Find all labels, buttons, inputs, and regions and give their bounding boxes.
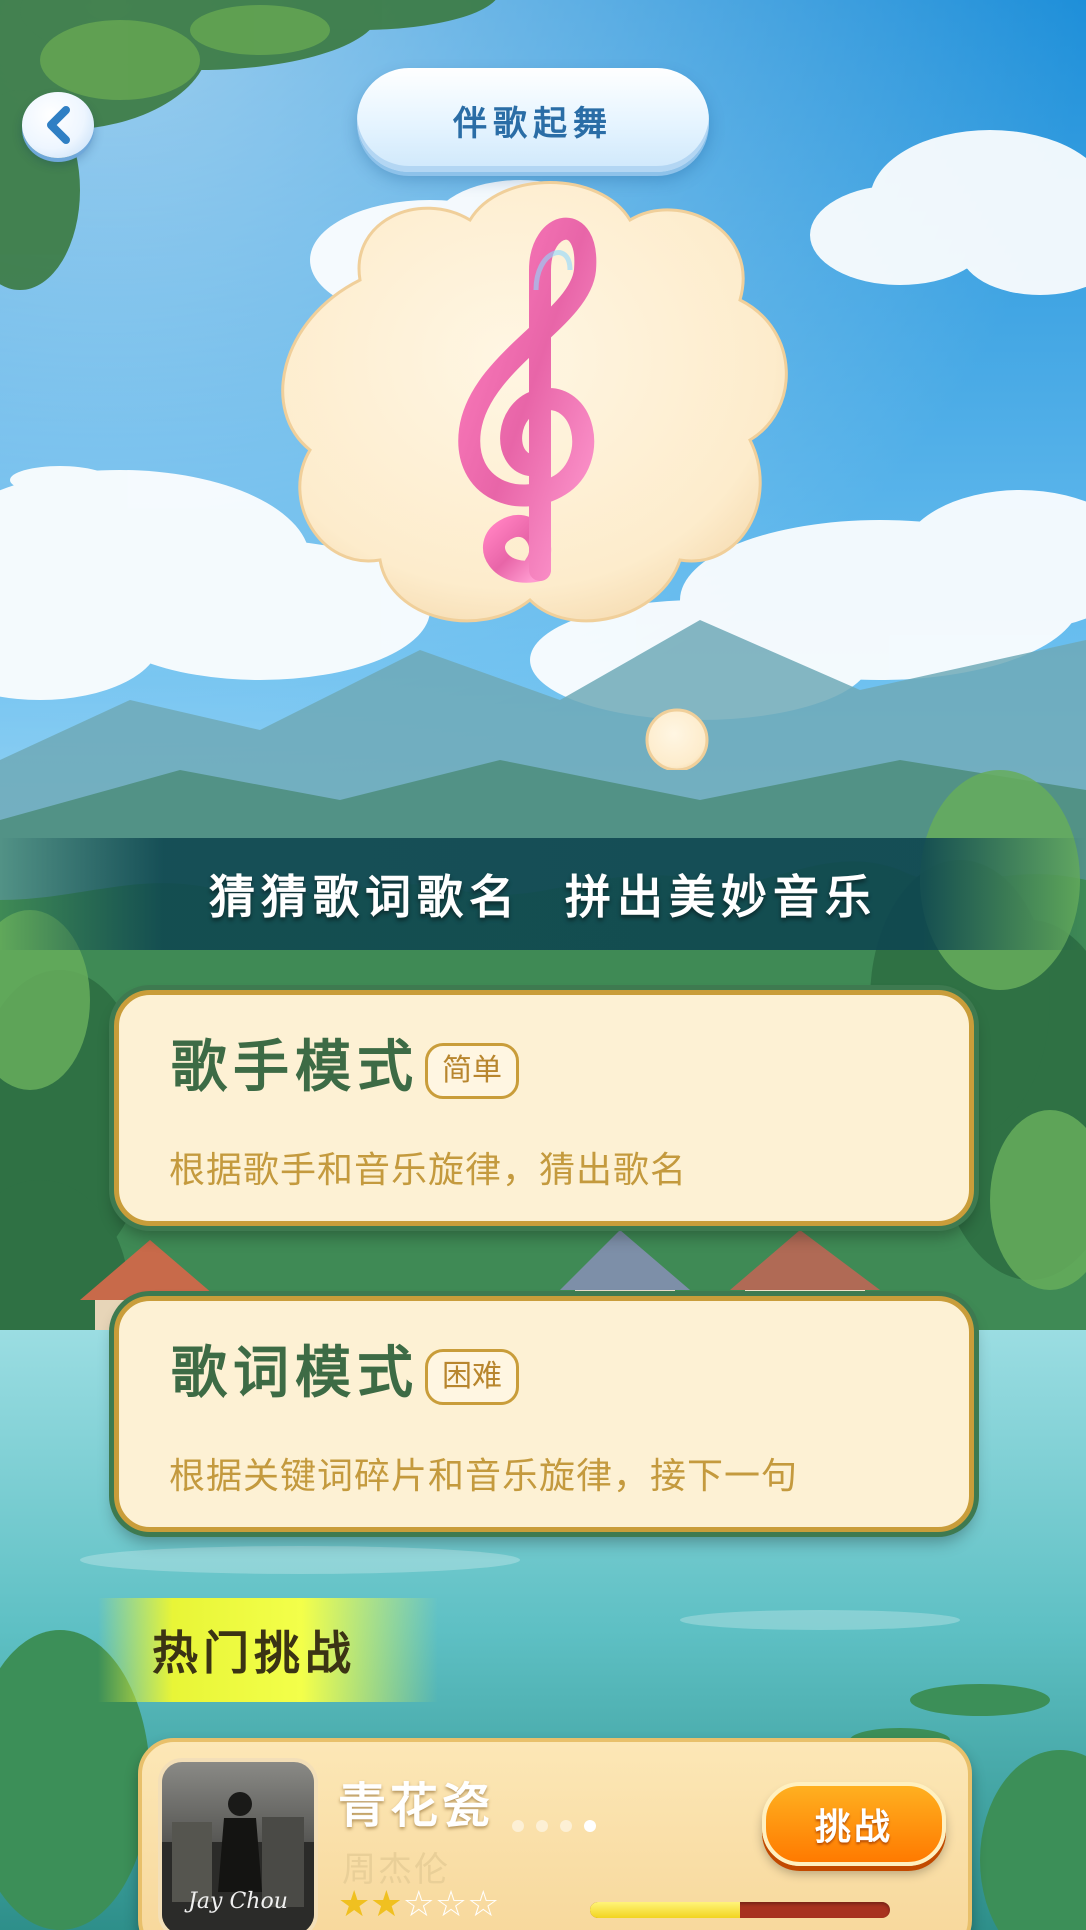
chevron-left-icon	[47, 106, 70, 144]
thought-bubble	[281, 181, 788, 770]
difficulty-badge: 困难	[425, 1349, 519, 1405]
page-title: 伴歌起舞	[453, 103, 613, 144]
mode-description: 根据关键词碎片和音乐旋律，接下一句	[169, 1456, 799, 1497]
singer-mode-card[interactable]: 歌手模式 简单 根据歌手和音乐旋律，猜出歌名	[114, 990, 974, 1226]
challenge-button[interactable]: 挑战	[762, 1782, 946, 1866]
carousel-dot	[560, 1820, 572, 1832]
lyrics-mode-card[interactable]: 歌词模式 困难 根据关键词碎片和音乐旋律，接下一句	[114, 1296, 974, 1532]
carousel-dot	[536, 1820, 548, 1832]
carousel-dot	[512, 1820, 524, 1832]
back-button[interactable]	[22, 92, 94, 158]
carousel-dot-active	[584, 1820, 596, 1832]
star-empty-icon: ☆	[434, 1884, 468, 1925]
star-empty-icon: ☆	[402, 1884, 435, 1925]
challenge-button-label: 挑战	[814, 1806, 893, 1848]
album-cover: Jay Chou	[162, 1762, 314, 1930]
hot-challenge-banner: 热门挑战	[98, 1598, 438, 1702]
cover-text: Jay Chou	[188, 1889, 288, 1914]
hot-song-card: Jay Chou 青花瓷 周杰伦 ★★☆☆☆ 挑战	[138, 1738, 972, 1930]
hot-challenge-heading: 热门挑战	[152, 1626, 356, 1680]
star-rating: ★★☆☆☆	[338, 1884, 499, 1925]
slogan-text: 猜猜歌词歌名 拼出美妙音乐	[208, 870, 878, 924]
star-filled-icon: ★	[338, 1884, 371, 1925]
star-empty-icon: ☆	[467, 1884, 500, 1925]
mode-title: 歌词模式	[171, 1340, 419, 1406]
mode-title: 歌手模式	[171, 1034, 419, 1100]
mode-description: 根据歌手和音乐旋律，猜出歌名	[169, 1150, 688, 1191]
game-screen: 伴歌起舞 猜猜歌词歌名 拼出美妙音乐 歌手模式 简单 根据歌手和音乐旋律，猜出歌…	[0, 0, 1086, 1930]
progress-fill	[590, 1902, 740, 1918]
carousel-indicator	[512, 1820, 596, 1832]
difficulty-badge: 简单	[425, 1043, 519, 1099]
song-title: 青花瓷	[338, 1778, 495, 1834]
star-filled-icon: ★	[370, 1884, 403, 1925]
challenge-progress-bar	[590, 1902, 890, 1918]
slogan-banner: 猜猜歌词歌名 拼出美妙音乐	[0, 838, 1086, 950]
